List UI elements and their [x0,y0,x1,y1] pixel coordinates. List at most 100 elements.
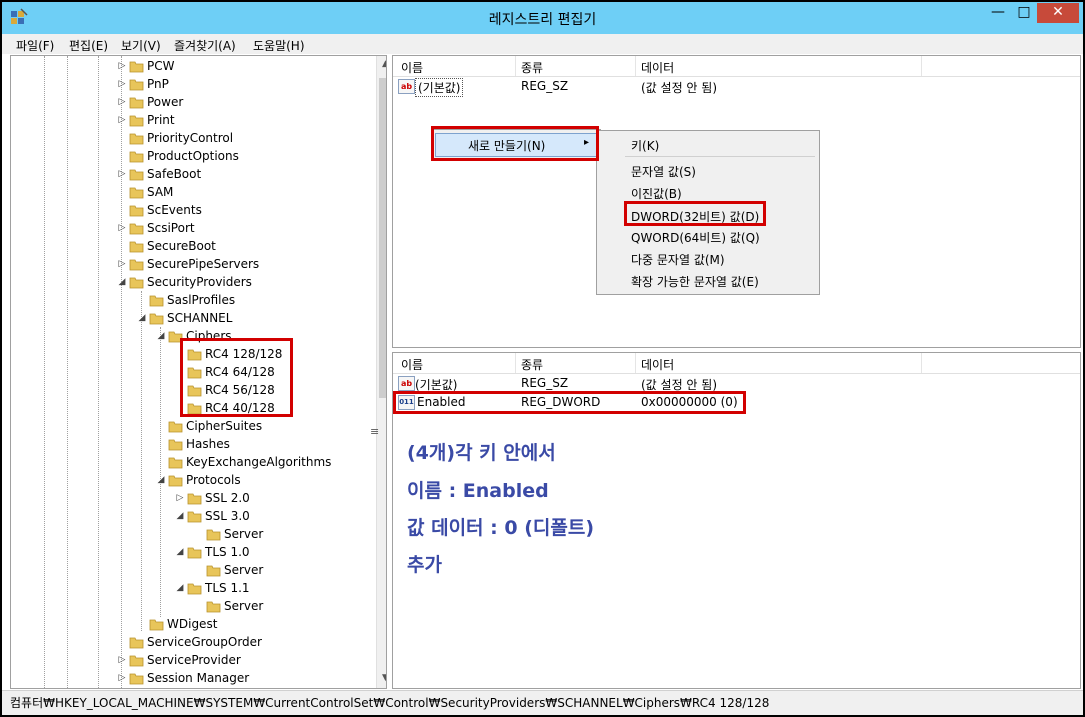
expand-toggle-icon[interactable]: ◢ [156,331,166,341]
expand-toggle-icon[interactable]: ◢ [156,475,166,485]
expand-toggle-icon[interactable]: ◢ [175,511,185,521]
folder-icon [129,79,144,91]
folder-icon [168,421,183,433]
tree-node-label: Server [224,599,264,613]
column-data[interactable]: 데이터 [641,356,674,373]
folder-icon [187,511,202,523]
annotation-line: 값 데이터 : 0 (디폴트) [407,517,595,539]
column-data[interactable]: 데이터 [641,59,674,76]
annotation-line: (4개)각 키 안에서 [407,442,556,464]
tree-node-label: SafeBoot [147,167,202,181]
menu-help[interactable]: 도움말(H) [253,37,305,54]
tree-node-label: Protocols [186,473,241,487]
value-type: REG_SZ [521,376,569,390]
scroll-up-icon[interactable]: ▲ [377,59,386,69]
column-name[interactable]: 이름 [401,59,423,76]
menu-separator [625,156,815,157]
tree-guide-line [44,56,45,688]
tree-node-label: PriorityControl [147,131,234,145]
folder-icon [129,241,144,253]
folder-icon [206,565,221,577]
tree-node-label: TLS 1.0 [205,545,250,559]
expand-toggle-icon[interactable]: ▷ [117,79,127,89]
tree-guide-line [98,56,99,688]
menu-file[interactable]: 파일(F) [16,37,54,54]
column-type[interactable]: 종류 [521,356,543,373]
expand-toggle-icon[interactable]: ▷ [117,259,127,269]
folder-icon [129,187,144,199]
tree-node-label: SaslProfiles [167,293,236,307]
tree-node-label: SecureBoot [147,239,216,253]
tree-node-label: PnP [147,77,169,91]
folder-icon [129,223,144,235]
folder-icon [206,601,221,613]
tree-node-label: WDigest [167,617,218,631]
annotation-line: 이름 : Enabled [407,480,549,502]
expand-toggle-icon[interactable]: ▷ [117,655,127,665]
expand-toggle-icon[interactable]: ▷ [117,673,127,683]
folder-icon [206,529,221,541]
expand-toggle-icon[interactable]: ▷ [117,223,127,233]
submenu-item-key[interactable]: 키(K) [631,137,659,154]
value-type: REG_SZ [521,79,569,93]
tree-node-label: SecurePipeServers [147,257,260,271]
value-row[interactable]: ab (기본값) REG_SZ (값 설정 안 됨) [393,374,1080,392]
status-bar: 컴퓨터₩HKEY_LOCAL_MACHINE₩SYSTEM₩CurrentCon… [2,690,1083,715]
tree-node-label: SAM [147,185,174,199]
tree-guide-line [141,291,142,631]
submenu-item-qword[interactable]: QWORD(64비트) 값(Q) [631,229,760,246]
tree-guide-line [121,56,122,688]
tree-node-label: Power [147,95,184,109]
registry-editor-window: 레지스트리 편집기 — □ ✕ 파일(F) 편집(E) 보기(V) 즐겨찾기(A… [0,0,1085,717]
title-bar: 레지스트리 편집기 — □ ✕ [2,2,1083,34]
maximize-button[interactable]: □ [1011,3,1037,23]
submenu-item-string[interactable]: 문자열 값(S) [631,163,696,180]
string-value-icon: ab [398,79,415,94]
folder-icon [187,493,202,505]
menu-bar: 파일(F) 편집(E) 보기(V) 즐겨찾기(A) 도움말(H) [2,34,1083,54]
expand-toggle-icon[interactable]: ▷ [117,169,127,179]
expand-toggle-icon[interactable]: ◢ [117,277,127,287]
expand-toggle-icon[interactable]: ◢ [175,583,185,593]
scrollbar-thumb[interactable] [379,78,386,398]
folder-icon [129,277,144,289]
value-row[interactable]: ab (기본값) REG_SZ (값 설정 안 됨) [393,77,1080,97]
column-name[interactable]: 이름 [401,356,423,373]
folder-icon [129,655,144,667]
menu-favorites[interactable]: 즐겨찾기(A) [174,37,236,54]
submenu-item-binary[interactable]: 이진값(B) [631,185,682,202]
column-header: 이름 종류 데이터 [393,56,1080,77]
scroll-down-icon[interactable]: ▼ [377,673,386,683]
tree-guide-line [160,327,161,617]
expand-toggle-icon[interactable]: ▷ [117,97,127,107]
expand-toggle-icon[interactable]: ▷ [117,61,127,71]
close-button[interactable]: ✕ [1037,3,1079,23]
submenu-item-multi-string[interactable]: 다중 문자열 값(M) [631,251,725,268]
expand-toggle-icon[interactable]: ▷ [175,493,185,503]
tree-node-label: ServiceProvider [147,653,241,667]
tree-node-label: Print [147,113,175,127]
window-title: 레지스트리 편집기 [488,12,597,28]
string-value-icon: ab [398,376,415,391]
folder-icon [129,97,144,109]
menu-view[interactable]: 보기(V) [121,37,161,54]
menu-edit[interactable]: 편집(E) [69,37,108,54]
expand-toggle-icon[interactable]: ◢ [137,313,147,323]
pane-splitter-icon[interactable]: ≡ [370,425,379,438]
expand-toggle-icon[interactable]: ▷ [117,115,127,125]
tree-node-label: Session Manager [147,671,250,685]
tree-node-label: KeyExchangeAlgorithms [186,455,332,469]
column-type[interactable]: 종류 [521,59,543,76]
folder-icon [168,439,183,451]
minimize-button[interactable]: — [985,3,1011,23]
tree-node-label: SSL 2.0 [205,491,250,505]
folder-icon [187,583,202,595]
tree-node-label: CipherSuites [186,419,263,433]
submenu-item-expandable-string[interactable]: 확장 가능한 문자열 값(E) [631,273,759,290]
folder-icon [187,547,202,559]
tree-vertical-scrollbar[interactable]: ▲ ▼ [376,56,386,688]
folder-icon [168,475,183,487]
tree-node-label: ScEvents [147,203,202,217]
expand-toggle-icon[interactable]: ◢ [175,547,185,557]
folder-icon [149,619,164,631]
